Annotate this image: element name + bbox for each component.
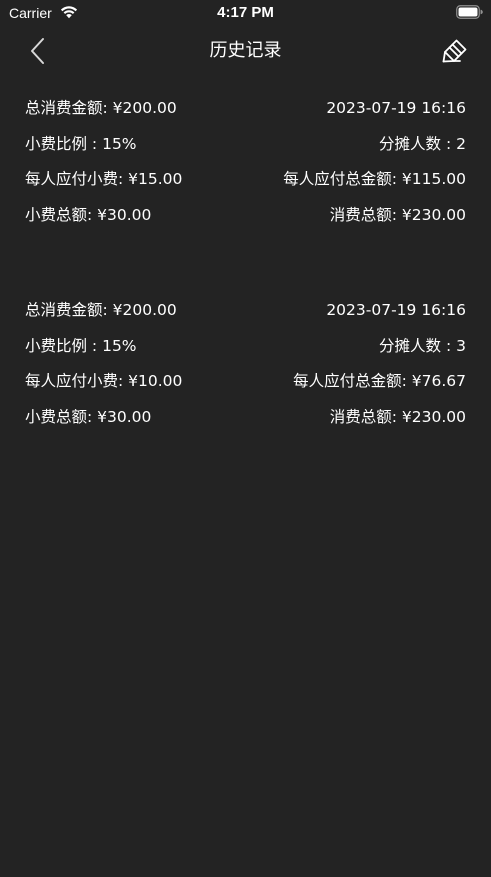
record-row: 每人应付小费: ¥15.00 每人应付总金额: ¥115.00	[25, 169, 466, 205]
split-people-count: 分摊人数 : 2	[379, 134, 466, 153]
history-record[interactable]: 总消费金额: ¥200.00 2023-07-19 16:16 小费比例 : 1…	[25, 98, 466, 240]
record-row: 小费比例 : 15% 分摊人数 : 3	[25, 336, 466, 372]
status-time: 4:17 PM	[217, 4, 274, 21]
navigation-bar: 历史记录	[0, 28, 491, 74]
record-row: 每人应付小费: ¥10.00 每人应付总金额: ¥76.67	[25, 371, 466, 407]
record-row: 小费总额: ¥30.00 消费总额: ¥230.00	[25, 205, 466, 241]
tip-per-person: 每人应付小费: ¥15.00	[25, 170, 183, 188]
clear-history-button[interactable]	[441, 37, 469, 65]
tip-per-person: 每人应付小费: ¥10.00	[25, 372, 183, 390]
record-date: 2023-07-19 16:16	[326, 301, 466, 319]
page-title: 历史记录	[209, 40, 282, 61]
status-bar: Carrier 4:17 PM	[0, 0, 491, 26]
tip-total: 小费总额: ¥30.00	[25, 205, 152, 224]
tip-ratio: 小费比例 : 15%	[25, 134, 137, 153]
total-per-person: 每人应付总金额: ¥115.00	[283, 170, 466, 188]
record-row: 小费总额: ¥30.00 消费总额: ¥230.00	[25, 407, 466, 443]
record-date: 2023-07-19 16:16	[326, 99, 466, 117]
total-consumption: 总消费金额: ¥200.00	[25, 301, 177, 319]
tip-total: 小费总额: ¥30.00	[25, 407, 152, 426]
record-row: 总消费金额: ¥200.00 2023-07-19 16:16	[25, 98, 466, 134]
record-row: 总消费金额: ¥200.00 2023-07-19 16:16	[25, 300, 466, 336]
tip-ratio: 小费比例 : 15%	[25, 336, 137, 355]
history-record[interactable]: 总消费金额: ¥200.00 2023-07-19 16:16 小费比例 : 1…	[25, 300, 466, 442]
eraser-icon	[442, 39, 467, 63]
split-people-count: 分摊人数 : 3	[379, 336, 466, 355]
total-consumption: 总消费金额: ¥200.00	[25, 99, 177, 117]
battery-icon	[456, 5, 483, 19]
total-per-person: 每人应付总金额: ¥76.67	[293, 372, 466, 390]
consumption-total: 消费总额: ¥230.00	[329, 205, 466, 224]
record-row: 小费比例 : 15% 分摊人数 : 2	[25, 134, 466, 170]
consumption-total: 消费总额: ¥230.00	[329, 407, 466, 426]
